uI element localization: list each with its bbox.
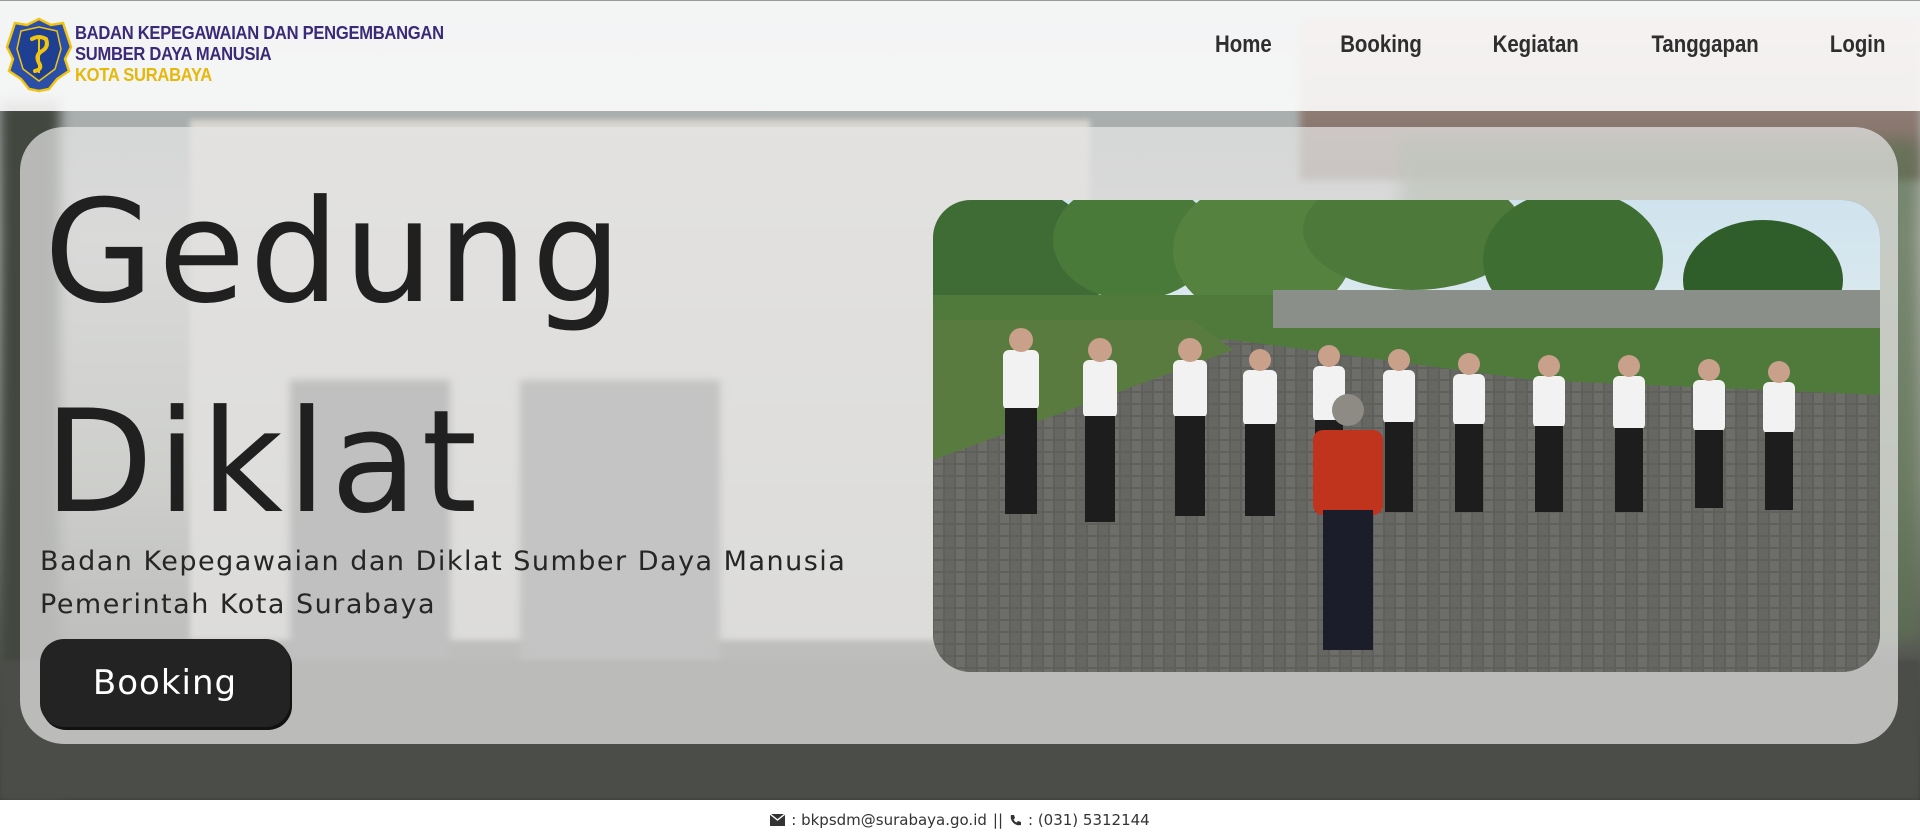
site-header: BADAN KEPEGAWAIAN DAN PENGEMBANGAN SUMBE… (0, 0, 1920, 111)
hero-photo (933, 200, 1880, 672)
org-name-line2: SUMBER DAYA MANUSIA (75, 44, 272, 64)
contact-phone: : (031) 5312144 (1028, 811, 1150, 829)
booking-button[interactable]: Booking (40, 639, 290, 727)
nav-kegiatan[interactable]: Kegiatan (1493, 31, 1579, 59)
surabaya-crest-icon[interactable] (5, 17, 73, 93)
nav-tanggapan[interactable]: Tanggapan (1652, 31, 1759, 59)
group-photo-illustration (933, 200, 1880, 672)
contact-footer: : bkpsdm@surabaya.go.id || : (031) 53121… (0, 800, 1920, 840)
hero-title-line1: Gedung (44, 170, 626, 335)
main-nav: Home Booking Kegiatan Tanggapan Login (1210, 31, 1890, 59)
hero-title-line2: Diklat (44, 380, 482, 545)
org-name: BADAN KEPEGAWAIAN DAN PENGEMBANGAN SUMBE… (75, 23, 444, 86)
nav-login[interactable]: Login (1830, 31, 1886, 59)
envelope-icon (770, 814, 786, 826)
phone-icon (1010, 814, 1021, 825)
org-name-line3: KOTA SURABAYA (75, 65, 212, 85)
hero-title: Gedung Diklat (44, 148, 626, 568)
contact-separator: || (992, 811, 1003, 829)
contact-email: : bkpsdm@surabaya.go.id (791, 811, 987, 829)
org-name-line1: BADAN KEPEGAWAIAN DAN PENGEMBANGAN (75, 23, 444, 43)
nav-home[interactable]: Home (1215, 31, 1272, 59)
nav-booking[interactable]: Booking (1340, 31, 1422, 59)
hero-subtitle: Badan Kepegawaian dan Diklat Sumber Daya… (40, 546, 847, 620)
